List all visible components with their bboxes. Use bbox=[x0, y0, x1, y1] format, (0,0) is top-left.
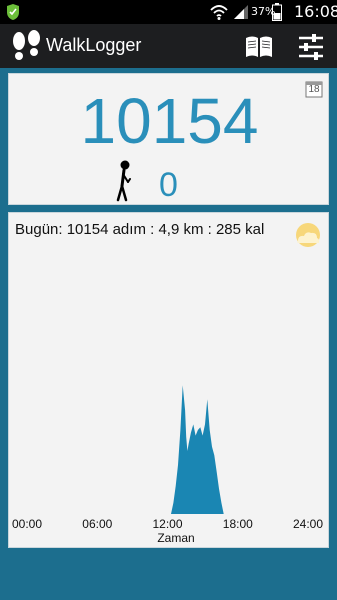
status-bar: 37% 16:08 bbox=[0, 0, 337, 24]
x-tick-label: 00:00 bbox=[12, 517, 42, 531]
step-count: 10154 bbox=[80, 85, 259, 157]
settings-sliders-icon[interactable] bbox=[296, 33, 326, 61]
step-counter-panel: 10154 18 0 bbox=[8, 73, 329, 205]
chart-x-ticks: 00:00 06:00 12:00 18:00 24:00 bbox=[12, 517, 323, 531]
daily-graph-panel: Bugün: 10154 adım : 4,9 km : 285 kal 00:… bbox=[8, 212, 329, 548]
walking-person-icon bbox=[116, 160, 131, 202]
calendar-day: 18 bbox=[308, 84, 320, 95]
chart-plot-area bbox=[27, 385, 308, 514]
signal-icon bbox=[234, 5, 248, 19]
wifi-icon bbox=[210, 5, 228, 20]
book-icon[interactable] bbox=[244, 34, 274, 60]
secondary-count: 0 bbox=[159, 166, 178, 204]
notification-icon bbox=[7, 4, 19, 20]
x-tick-label: 18:00 bbox=[223, 517, 253, 531]
x-axis-label: Zaman bbox=[157, 531, 194, 545]
steps-area-chart: 00:00 06:00 12:00 18:00 24:00 Zaman bbox=[12, 385, 323, 545]
x-tick-label: 06:00 bbox=[82, 517, 112, 531]
app-title: WalkLogger bbox=[46, 35, 142, 55]
clock: 16:08 bbox=[294, 2, 337, 21]
x-tick-label: 12:00 bbox=[152, 517, 182, 531]
weather-sun-cloud-icon[interactable] bbox=[292, 221, 324, 251]
battery-icon bbox=[272, 3, 282, 21]
series-area-0 bbox=[27, 385, 308, 514]
action-bar: WalkLogger bbox=[0, 24, 337, 68]
footprints-icon bbox=[13, 30, 40, 60]
daily-summary: Bugün: 10154 adım : 4,9 km : 285 kal bbox=[15, 221, 265, 238]
x-tick-label: 24:00 bbox=[293, 517, 323, 531]
calendar-button[interactable]: 18 bbox=[305, 80, 323, 98]
